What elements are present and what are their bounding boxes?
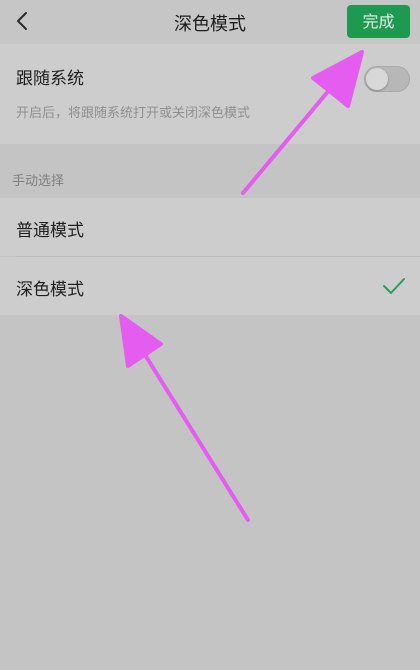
follow-system-toggle[interactable] [364, 66, 410, 92]
follow-system-description: 开启后，将跟随系统打开或关闭深色模式 [16, 106, 251, 121]
option-label: 深色模式 [16, 280, 84, 300]
option-normal-mode[interactable]: 普通模式 [0, 198, 420, 256]
option-label: 普通模式 [16, 221, 84, 241]
manual-section-label: 手动选择 [12, 174, 65, 189]
done-button[interactable]: 完成 [347, 5, 410, 38]
option-dark-mode[interactable]: 深色模式 [0, 257, 420, 315]
nav-bar: 深色模式 完成 [0, 0, 420, 44]
follow-system-title: 跟随系统 [16, 69, 84, 89]
checkmark-icon [383, 278, 405, 294]
toggle-knob [366, 68, 388, 90]
follow-system-setting: 跟随系统 开启后，将跟随系统打开或关闭深色模式 [0, 44, 420, 144]
arrow-to-dark-mode-icon [119, 314, 250, 522]
